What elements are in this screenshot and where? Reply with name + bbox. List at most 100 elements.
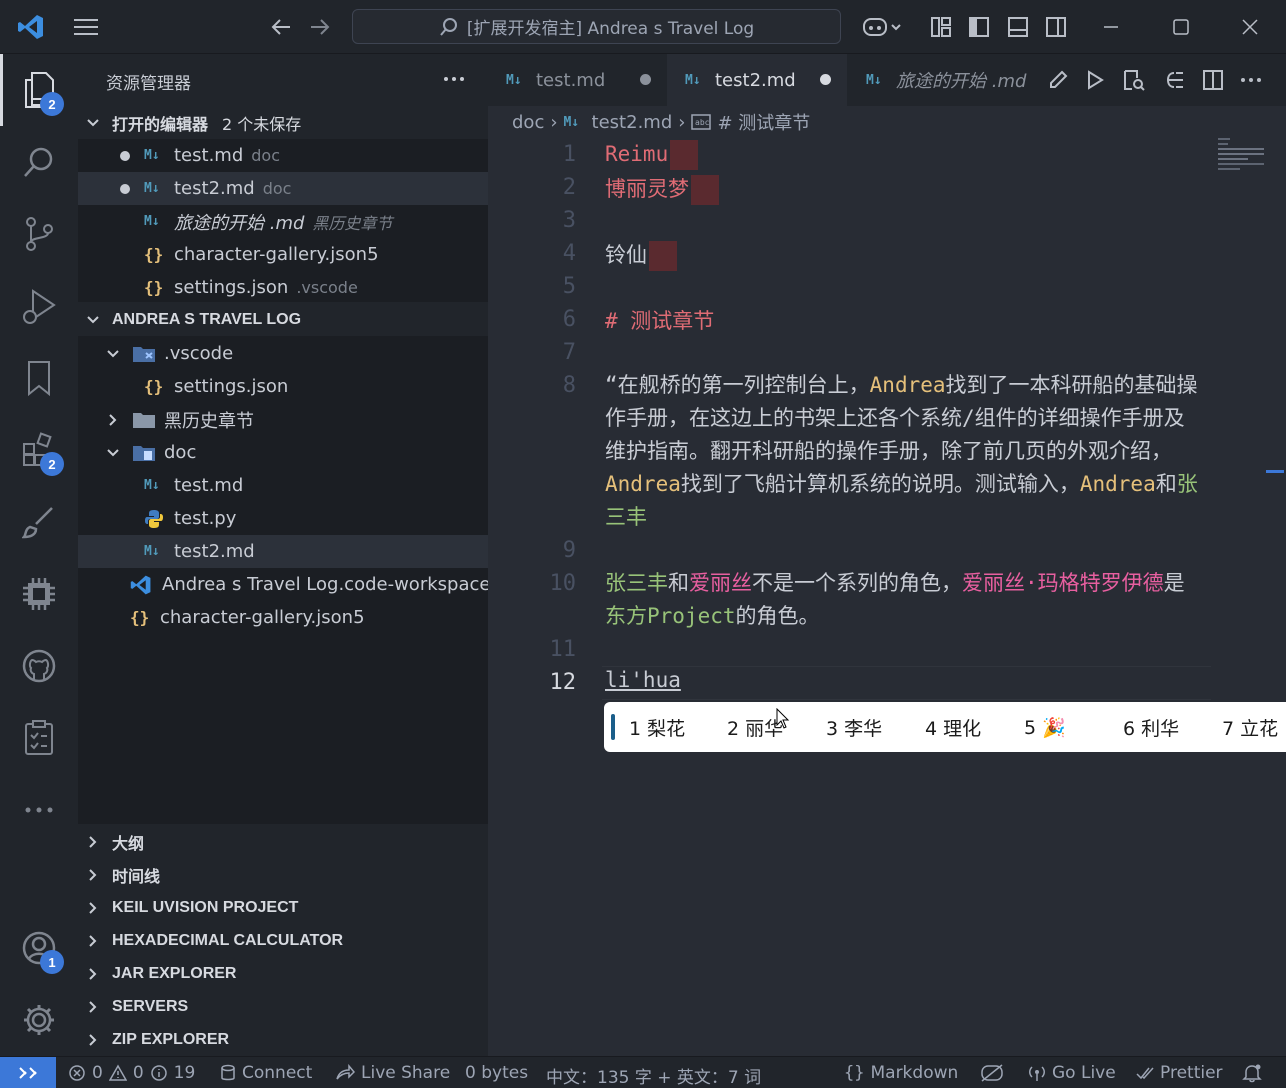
breadcrumb-folder[interactable]: doc	[512, 112, 544, 133]
ime-candidate[interactable]: 6 利华	[1123, 714, 1179, 741]
back-arrow-icon[interactable]	[266, 12, 296, 42]
source-control-icon[interactable]	[0, 198, 78, 270]
chevron-right-icon	[84, 1031, 102, 1049]
edit-pencil-icon[interactable]	[1044, 66, 1072, 94]
markdown-icon: M↓	[866, 72, 882, 88]
tree-file[interactable]: Andrea s Travel Log.code-workspace	[78, 568, 490, 601]
live-share-status[interactable]: Live Share	[335, 1063, 450, 1083]
close-icon[interactable]	[1235, 12, 1265, 42]
go-live-status[interactable]: Go Live	[1028, 1063, 1116, 1083]
ime-candidate[interactable]: 1 梨花	[629, 714, 685, 741]
section-timeline[interactable]: 时间线	[78, 858, 488, 891]
section-jar[interactable]: JAR EXPLORER	[78, 957, 488, 990]
forward-arrow-icon[interactable]	[305, 12, 335, 42]
ime-candidate[interactable]: 5 🎉	[1024, 716, 1066, 739]
brush-icon[interactable]	[0, 486, 78, 558]
copilot-icon[interactable]	[860, 12, 904, 42]
copilot-status-icon[interactable]	[980, 1063, 1004, 1083]
extensions-icon[interactable]: 2	[0, 414, 78, 486]
warning-icon	[108, 1064, 127, 1081]
code-editor[interactable]: 1 2 3 4 5 6 7 8 9 10 11 12 Reimu 博丽灵梦 铃仙…	[488, 138, 1286, 1056]
open-preview-icon[interactable]	[1120, 66, 1148, 94]
line-number: 8	[562, 373, 576, 398]
open-editor-item[interactable]: M↓ test2.md doc	[78, 172, 488, 205]
word-count-status[interactable]: 中文：135 字 + 英文：7 词	[546, 1063, 761, 1088]
toggle-secondary-sidebar-icon[interactable]	[1041, 12, 1071, 42]
current-line-highlight	[602, 666, 1211, 700]
tree-folder-vscode[interactable]: .vscode	[78, 337, 488, 370]
maximize-icon[interactable]	[1166, 12, 1196, 42]
markdown-icon: M↓	[144, 478, 160, 493]
toggle-sidebar-icon[interactable]	[964, 12, 994, 42]
section-hex-calc[interactable]: HEXADECIMAL CALCULATOR	[78, 924, 488, 957]
ime-candidate[interactable]: 7 立花	[1222, 714, 1278, 741]
open-editors-header[interactable]: 打开的编辑器 2 个未保存	[78, 106, 488, 139]
ime-candidate[interactable]: 2 丽华	[727, 714, 783, 741]
ime-candidate[interactable]: 4 理化	[925, 714, 981, 741]
line-number: 5	[562, 274, 576, 299]
section-zip[interactable]: ZIP EXPLORER	[78, 1023, 488, 1056]
ime-candidate[interactable]: 3 李华	[826, 714, 882, 741]
tree-file[interactable]: test.py	[78, 502, 488, 535]
section-keil[interactable]: KEIL UVISION PROJECT	[78, 891, 488, 924]
tree-file[interactable]: M↓ test2.md	[78, 535, 488, 568]
workspace-header[interactable]: ANDREA S TRAVEL LOG	[78, 303, 488, 336]
bookmark-icon[interactable]	[0, 342, 78, 414]
open-editor-item[interactable]: M↓ test.md doc	[78, 139, 488, 172]
customize-layout-icon[interactable]	[926, 12, 956, 42]
run-debug-icon[interactable]	[0, 270, 78, 342]
open-editor-item[interactable]: M↓ 旅途的开始 .md 黑历史章节	[78, 205, 488, 238]
markdown-icon: M↓	[144, 148, 160, 163]
tab-more-icon[interactable]	[1237, 66, 1265, 94]
notifications-bell-icon[interactable]	[1242, 1063, 1262, 1083]
breadcrumb-file[interactable]: test2.md	[592, 112, 673, 133]
checklist-icon[interactable]	[0, 702, 78, 774]
line-number: 9	[562, 538, 576, 563]
split-editor-icon[interactable]	[1199, 66, 1227, 94]
section-servers[interactable]: SERVERS	[78, 990, 488, 1023]
line-number: 3	[562, 208, 576, 233]
tab-test2-md[interactable]: M↓ test2.md	[667, 54, 847, 106]
more-icon[interactable]	[0, 774, 78, 846]
tree-file[interactable]: {} settings.json	[78, 370, 488, 403]
chevron-right-icon	[84, 899, 102, 917]
tree-file[interactable]: {} character-gallery.json5	[78, 601, 488, 634]
search-view-icon[interactable]	[0, 126, 78, 198]
minimap[interactable]	[1218, 138, 1268, 198]
mouse-cursor-icon	[776, 707, 790, 735]
explorer-more-icon[interactable]	[443, 68, 465, 95]
tab-journey-md[interactable]: M↓ 旅途的开始 .md	[848, 54, 1038, 106]
run-icon[interactable]	[1081, 66, 1109, 94]
problems-status[interactable]: 0 0 19	[68, 1063, 195, 1083]
open-editor-item[interactable]: {} settings.json .vscode	[78, 271, 488, 304]
explorer-icon[interactable]: 2	[0, 54, 78, 126]
settings-gear-icon[interactable]	[0, 984, 78, 1056]
tree-file[interactable]: M↓ test.md	[78, 469, 488, 502]
menu-icon[interactable]	[71, 12, 101, 42]
language-mode-status[interactable]: {} Markdown	[844, 1063, 958, 1083]
editor-tab-bar: M↓ test.md M↓ test2.md M↓ 旅途的开始 .md	[488, 54, 1286, 106]
tree-folder-doc[interactable]: doc	[78, 436, 488, 469]
file-size-status[interactable]: 0 bytes	[465, 1063, 528, 1083]
command-center-search[interactable]: [扩展开发宿主] Andrea s Travel Log	[352, 9, 841, 44]
section-outline[interactable]: 大纲	[78, 825, 488, 858]
json-icon: {}	[130, 608, 150, 627]
github-icon[interactable]	[0, 630, 78, 702]
open-editor-item[interactable]: {} character-gallery.json5	[78, 238, 488, 271]
tree-folder-heilishi[interactable]: 黑历史章节	[78, 403, 488, 436]
connect-status[interactable]: Connect	[220, 1063, 312, 1083]
breadcrumb-symbol[interactable]: # 测试章节	[717, 109, 810, 135]
live-share-icon	[336, 1064, 355, 1080]
error-icon	[69, 1065, 85, 1081]
minimize-icon[interactable]	[1096, 12, 1126, 42]
chevron-down-icon	[104, 345, 122, 363]
compare-changes-icon[interactable]	[1160, 66, 1188, 94]
toggle-panel-icon[interactable]	[1003, 12, 1033, 42]
code-line-8: “在舰桥的第一列控制台上，Andrea找到了一本科研船的基础操作手册，在这边上的…	[605, 373, 1198, 529]
chip-icon[interactable]	[0, 558, 78, 630]
tab-test-md[interactable]: M↓ test.md	[488, 54, 666, 106]
accounts-icon[interactable]: 1	[0, 912, 78, 984]
ime-candidate-window: 1 梨花 2 丽华 3 李华 4 理化 5 🎉 6 利华 7 立花	[604, 702, 1286, 752]
prettier-status[interactable]: Prettier	[1136, 1063, 1223, 1083]
remote-indicator-icon[interactable]	[0, 1057, 56, 1088]
